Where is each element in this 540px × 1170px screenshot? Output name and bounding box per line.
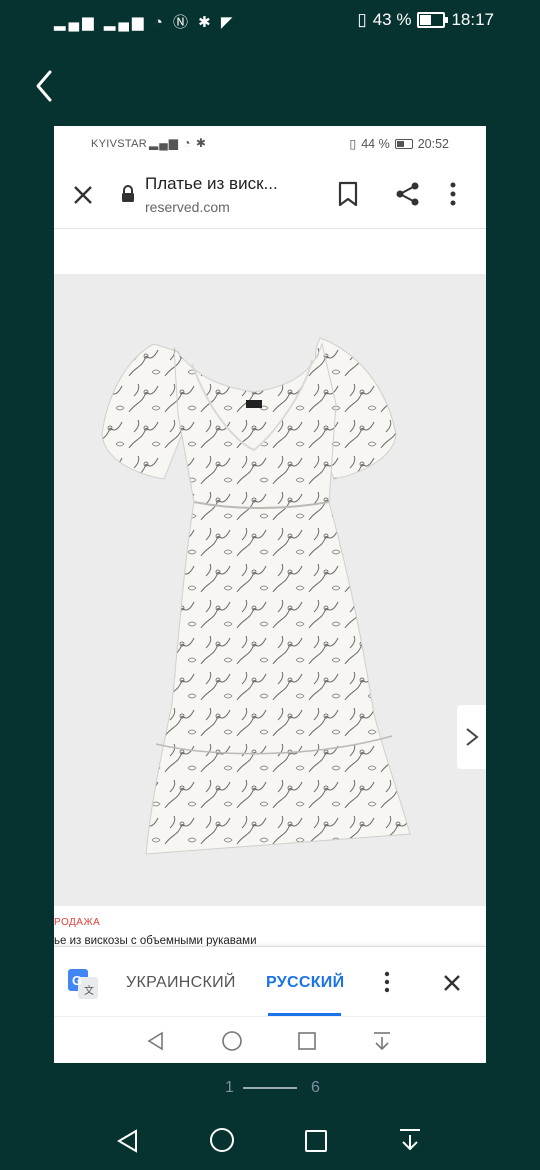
pager-total: 6 bbox=[311, 1079, 320, 1096]
vibrate-icon: ▯ bbox=[357, 10, 367, 29]
inner-battery-percent: 44 % bbox=[361, 136, 390, 151]
nav-home-icon[interactable] bbox=[221, 1030, 243, 1052]
bookmark-icon bbox=[338, 181, 358, 207]
share-icon bbox=[396, 182, 419, 206]
bookmark-button[interactable] bbox=[335, 180, 361, 213]
nav-download-icon[interactable] bbox=[398, 1127, 422, 1153]
close-icon bbox=[444, 975, 460, 991]
more-vert-icon bbox=[450, 182, 456, 206]
vibrate-icon: ▯ bbox=[349, 137, 357, 151]
page-url[interactable]: reserved.com bbox=[145, 199, 230, 215]
svg-text:G: G bbox=[72, 973, 82, 988]
more-options-button[interactable] bbox=[447, 180, 459, 213]
next-image-button[interactable] bbox=[457, 705, 486, 769]
pager-current: 1 bbox=[225, 1079, 234, 1096]
svg-text:文: 文 bbox=[84, 984, 94, 997]
dress-image bbox=[101, 337, 411, 855]
back-button[interactable] bbox=[28, 66, 62, 106]
translate-more-button[interactable] bbox=[381, 971, 393, 998]
nav-back-icon[interactable] bbox=[146, 1031, 166, 1051]
lock-icon bbox=[122, 185, 134, 202]
pager-track bbox=[243, 1087, 297, 1089]
nav-recents-icon[interactable] bbox=[297, 1031, 317, 1051]
nav-back-icon[interactable] bbox=[116, 1129, 140, 1153]
inner-clock: 20:52 bbox=[417, 136, 449, 151]
battery-icon bbox=[394, 138, 413, 149]
nav-recents-icon[interactable] bbox=[304, 1129, 328, 1153]
status-right: ▯ 43 % 18:17 bbox=[357, 10, 494, 30]
nav-download-icon[interactable] bbox=[372, 1030, 392, 1052]
translate-bar: G 文 УКРАИНСКИЙ РУССКИЙ bbox=[54, 946, 486, 1017]
page-title[interactable]: Платье из виск... bbox=[145, 174, 278, 194]
outer-status-bar: ▂▄▆ ▂▄▆ ◔ Ⓝ ✱ ◤ ▯ 43 % 18:17 bbox=[0, 0, 540, 42]
browser-toolbar: Платье из виск... reserved.com bbox=[54, 162, 486, 229]
system-navigation-bar bbox=[0, 1112, 540, 1170]
google-translate-icon: G 文 bbox=[68, 969, 98, 999]
nav-home-icon[interactable] bbox=[209, 1127, 235, 1153]
inner-status-right: ▯ 44 % 20:52 bbox=[349, 136, 449, 152]
share-button[interactable] bbox=[394, 180, 422, 213]
battery-percent: 43 % bbox=[372, 10, 412, 29]
more-vert-icon bbox=[384, 971, 390, 993]
close-tab-button[interactable] bbox=[70, 182, 96, 208]
battery-icon bbox=[417, 12, 449, 28]
carrier-name: KYIVSTAR bbox=[91, 138, 147, 150]
source-language-tab[interactable]: УКРАИНСКИЙ bbox=[126, 974, 236, 992]
clock: 18:17 bbox=[451, 10, 494, 29]
target-language-tab[interactable]: РУССКИЙ bbox=[266, 974, 344, 992]
close-icon bbox=[74, 186, 92, 204]
sale-label: РОДАЖА bbox=[54, 917, 101, 928]
inner-navigation-bar bbox=[54, 1016, 486, 1063]
translate-close-button[interactable] bbox=[442, 973, 462, 998]
chevron-right-icon bbox=[466, 728, 479, 746]
back-icon bbox=[36, 70, 52, 102]
shared-screenshot[interactable]: KYIVSTAR ▂▄▆ ◔ ✱ ▯ 44 % 20:52 Платье из … bbox=[54, 126, 486, 1063]
product-image[interactable] bbox=[54, 274, 486, 906]
inner-status-bar: KYIVSTAR ▂▄▆ ◔ ✱ ▯ 44 % 20:52 bbox=[54, 126, 486, 162]
status-icons-left: ▂▄▆ ▂▄▆ ◔ Ⓝ ✱ ◤ bbox=[54, 14, 236, 31]
signal-icons: ▂▄▆ ◔ ✱ bbox=[149, 136, 207, 150]
